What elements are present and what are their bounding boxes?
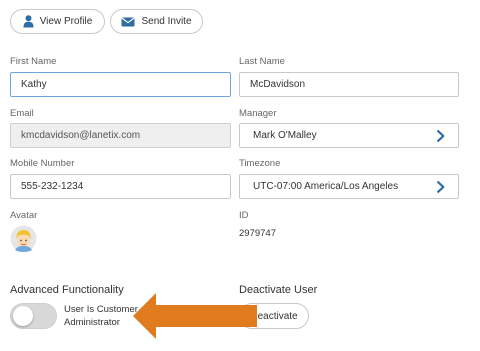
chevron-right-icon xyxy=(437,130,445,142)
view-profile-label: View Profile xyxy=(39,16,93,27)
toggle-label-line2: Administrator xyxy=(64,317,120,328)
customer-admin-toggle[interactable] xyxy=(10,303,57,329)
timezone-label: Timezone xyxy=(239,158,281,169)
deactivate-label: Deactivate xyxy=(250,310,298,322)
envelope-icon xyxy=(121,17,136,26)
email-field: kmcdavidson@lanetix.com xyxy=(10,123,231,148)
mobile-label: Mobile Number xyxy=(10,158,75,169)
last-name-value: McDavidson xyxy=(250,79,306,90)
timezone-select[interactable]: UTC-07:00 America/Los Angeles xyxy=(239,174,459,199)
send-invite-button[interactable]: Send Invite xyxy=(110,9,203,34)
email-value: kmcdavidson@lanetix.com xyxy=(21,130,141,141)
manager-select[interactable]: Mark O'Malley xyxy=(239,123,459,148)
first-name-value: Kathy xyxy=(21,79,47,90)
deactivate-user-title: Deactivate User xyxy=(239,284,318,296)
send-invite-label: Send Invite xyxy=(141,16,192,27)
chevron-right-icon xyxy=(437,181,445,193)
first-name-field[interactable]: Kathy xyxy=(10,72,231,97)
last-name-label: Last Name xyxy=(239,56,285,67)
deactivate-button[interactable]: Deactivate xyxy=(239,303,309,329)
last-name-field[interactable]: McDavidson xyxy=(239,72,459,97)
toggle-label-line1: User Is Customer xyxy=(64,304,138,315)
id-value: 2979747 xyxy=(239,228,276,239)
view-profile-button[interactable]: View Profile xyxy=(10,9,105,34)
user-icon xyxy=(23,15,34,28)
mobile-value: 555-232-1234 xyxy=(21,181,84,192)
id-label: ID xyxy=(239,210,249,221)
manager-label: Manager xyxy=(239,108,277,119)
advanced-functionality-title: Advanced Functionality xyxy=(10,284,124,296)
first-name-label: First Name xyxy=(10,56,57,67)
avatar-label: Avatar xyxy=(10,210,38,221)
toggle-knob xyxy=(13,306,33,326)
email-label: Email xyxy=(10,108,34,119)
timezone-value: UTC-07:00 America/Los Angeles xyxy=(253,181,399,192)
avatar-icon xyxy=(10,225,37,252)
manager-value: Mark O'Malley xyxy=(253,130,317,141)
mobile-field[interactable]: 555-232-1234 xyxy=(10,174,231,199)
avatar[interactable] xyxy=(10,225,37,252)
